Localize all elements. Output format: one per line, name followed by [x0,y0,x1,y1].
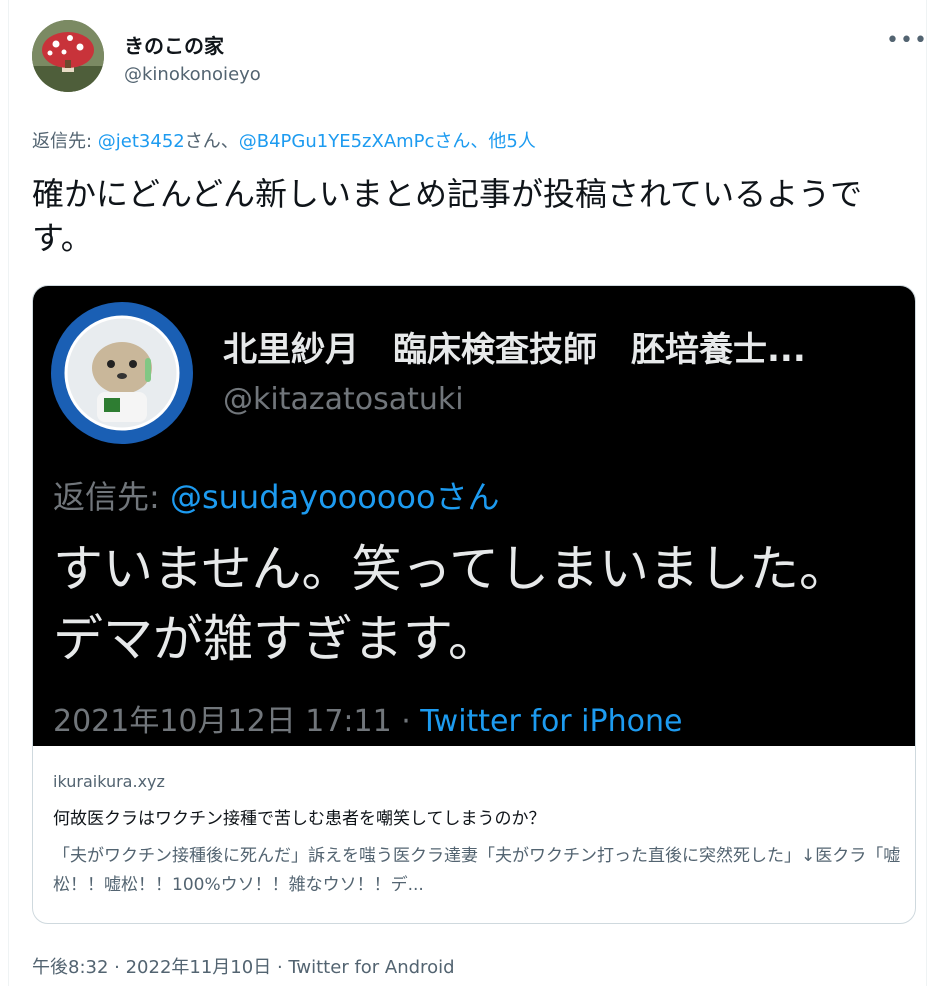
screenshot-handle: @kitazatosatuki [223,382,464,417]
screenshot-reply-prefix: 返信先: [53,478,170,516]
card-domain: ikuraikura.xyz [53,772,165,791]
tweet-date[interactable]: 2022年11月10日 [126,957,272,978]
screenshot-reply-suffix: さん [435,478,500,516]
left-border [8,0,9,986]
reply-mention-jet3452[interactable]: @jet3452 [98,131,185,152]
tweet-footer-meta: 午後8:32 · 2022年11月10日 · Twitter for Andro… [32,953,455,979]
footer-separator-2: · [271,957,289,978]
tweet-source: Twitter for Android [288,957,455,978]
screenshot-reply-line: 返信先: @suudayooooooさん [53,472,500,518]
card-title: 何故医クラはワクチン接種で苦しむ患者を嘲笑してしまうのか？ [53,809,546,829]
screenshot-avatar [49,300,195,446]
screenshot-reply-mention: @suudayoooooo [169,478,436,516]
screenshot-source: Twitter for iPhone [420,704,683,739]
author-avatar[interactable] [32,20,104,92]
screenshot-tweet-text: すいません。笑ってしまいました。 デマが雑すぎます。 [53,534,849,674]
screenshot-display-name: 北里紗月 臨床検査技師 胚培養士... [223,330,806,370]
author-display-name[interactable]: きのこの家 [124,30,224,59]
right-border [926,0,927,986]
card-description: 「夫がワクチン接種後に死んだ」訴えを嗤う医クラ達妻「夫がワクチン打った直後に突然… [53,846,901,895]
screenshot-text-line-1: すいません。笑ってしまいました。 [53,540,849,598]
reply-prefix: 返信先: [32,131,98,152]
reply-suffix-1: さん、 [184,131,239,152]
reply-to-line: 返信先: @jet3452さん、@B4PGu1YE5zXAmPcさん、他5人 [32,127,536,153]
author-handle[interactable]: @kinokonoieyo [124,64,261,85]
more-options-icon[interactable]: ••• [886,28,928,53]
reply-mention-b4pgu[interactable]: @B4PGu1YE5zXAmPc [239,131,435,152]
card-image-screenshot: 北里紗月 臨床検査技師 胚培養士... @kitazatosatuki 返信先:… [33,286,915,746]
screenshot-text-line-2: デマが雑すぎます。 [53,610,498,668]
reply-suffix-2: さん、 [434,131,489,152]
tweet-text: 確かにどんどん新しいまとめ記事が投稿されているようです。 [32,175,863,257]
tweet-time[interactable]: 午後8:32 [32,957,108,978]
reply-others-link[interactable]: 他5人 [488,131,535,152]
link-card[interactable]: 北里紗月 臨床検査技師 胚培養士... @kitazatosatuki 返信先:… [32,285,916,924]
screenshot-timestamp: 2021年10月12日 17:11 · [53,704,421,739]
footer-separator-1: · [108,957,126,978]
screenshot-meta: 2021年10月12日 17:11 · Twitter for iPhone [53,696,682,740]
